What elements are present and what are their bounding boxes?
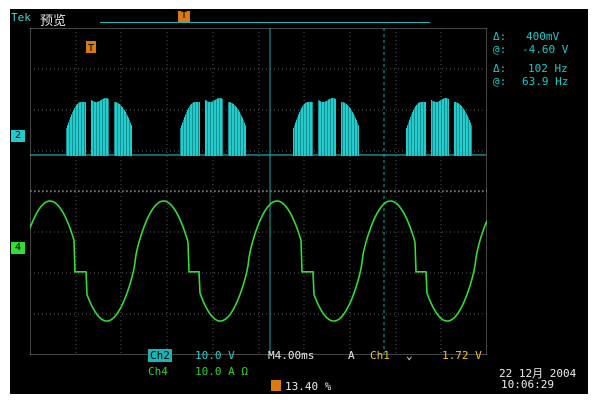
cursor-at-label: @: [493,43,507,56]
trigger-position: 13.40 % [285,380,332,393]
freq-at-label: @: [493,75,507,88]
ch2-label: Ch2 [148,349,172,362]
ch4-scale: 10.0 A Ω [195,365,248,378]
acquisition-mode: 预览 [40,14,67,29]
trigger-level: 1.72 V [442,349,482,362]
ch4-ground-marker: 4 [11,242,25,254]
trigger-position-marker-icon [271,380,281,391]
cursor-delta-value: 400mV [526,30,560,43]
cursor-delta-label: Δ: [493,30,507,43]
ch2-ground-marker: 2 [11,130,25,142]
record-bar [100,22,430,23]
trigger-slope-icon: ⌄ [406,349,413,362]
cursor-at-value: -4.60 V [522,43,569,56]
ch4-label: Ch4 [148,365,168,378]
svg-text:T: T [88,43,94,54]
trigger-source: Ch1 [370,349,390,362]
ch2-scale: 10.0 V [195,349,235,362]
trigger-glyph: T [181,10,188,21]
oscilloscope-display: Tek 预览 T T 2 4 Δ: 400mV @: -4.60 V Δ: 10… [10,9,588,394]
trigger-mode: A [348,349,355,362]
freq-delta-label: Δ: [493,62,507,75]
freq-at-value: 63.9 Hz [522,75,569,88]
brand-label: Tek [11,11,31,24]
timebase-readout: M4.00ms [268,349,315,362]
freq-delta-value: 102 Hz [528,62,568,75]
waveform-graticule: T [30,28,487,355]
time-readout: 10:06:29 [501,378,554,391]
